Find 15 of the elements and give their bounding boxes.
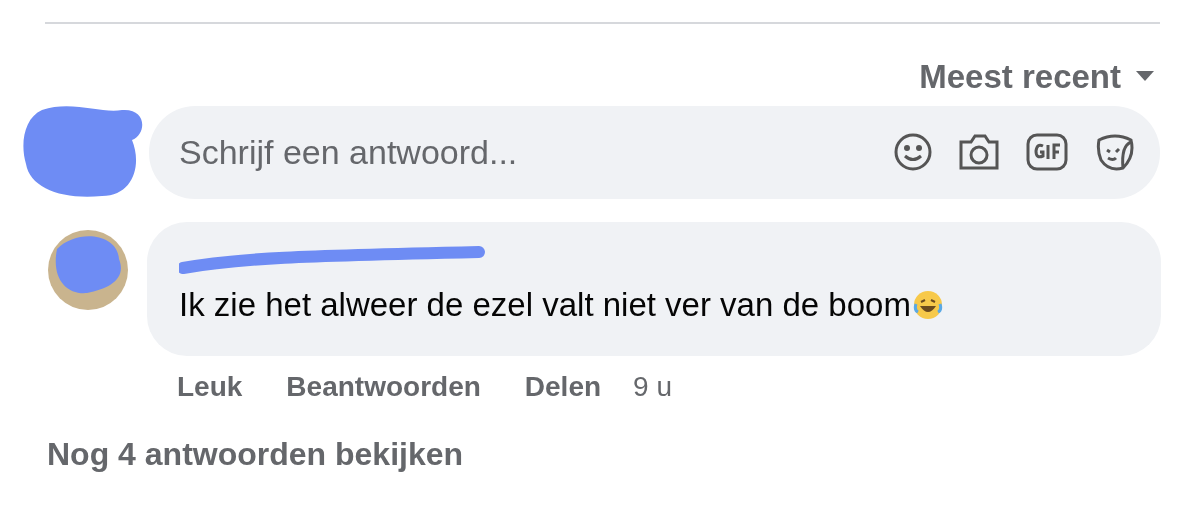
comment-action-link[interactable]: Delen bbox=[524, 366, 602, 408]
comment-text: Ik zie het alweer de ezel valt niet ver van de boom bbox=[179, 285, 911, 326]
caret-icon bbox=[1135, 70, 1155, 82]
reply-input[interactable]: Schrijf een antwoord... bbox=[179, 126, 893, 178]
sort-dropdown[interactable]: Meest recent bbox=[919, 54, 1155, 98]
comment-action-link[interactable]: Beantwoorden bbox=[286, 366, 481, 408]
view-replies-link[interactable]: Nog 4 antwoorden bekijken bbox=[47, 430, 464, 478]
comment-time: 9 u bbox=[633, 370, 672, 404]
camera-icon[interactable] bbox=[957, 132, 1001, 172]
avatar-icon bbox=[47, 229, 129, 311]
emoji-icon[interactable] bbox=[893, 132, 933, 172]
laughing-emoji-icon bbox=[912, 290, 943, 320]
gif-icon[interactable] bbox=[1025, 132, 1069, 172]
comment-action-link[interactable]: Leuk bbox=[177, 366, 243, 408]
reply-field[interactable]: Schrijf een antwoord... bbox=[149, 105, 1160, 199]
